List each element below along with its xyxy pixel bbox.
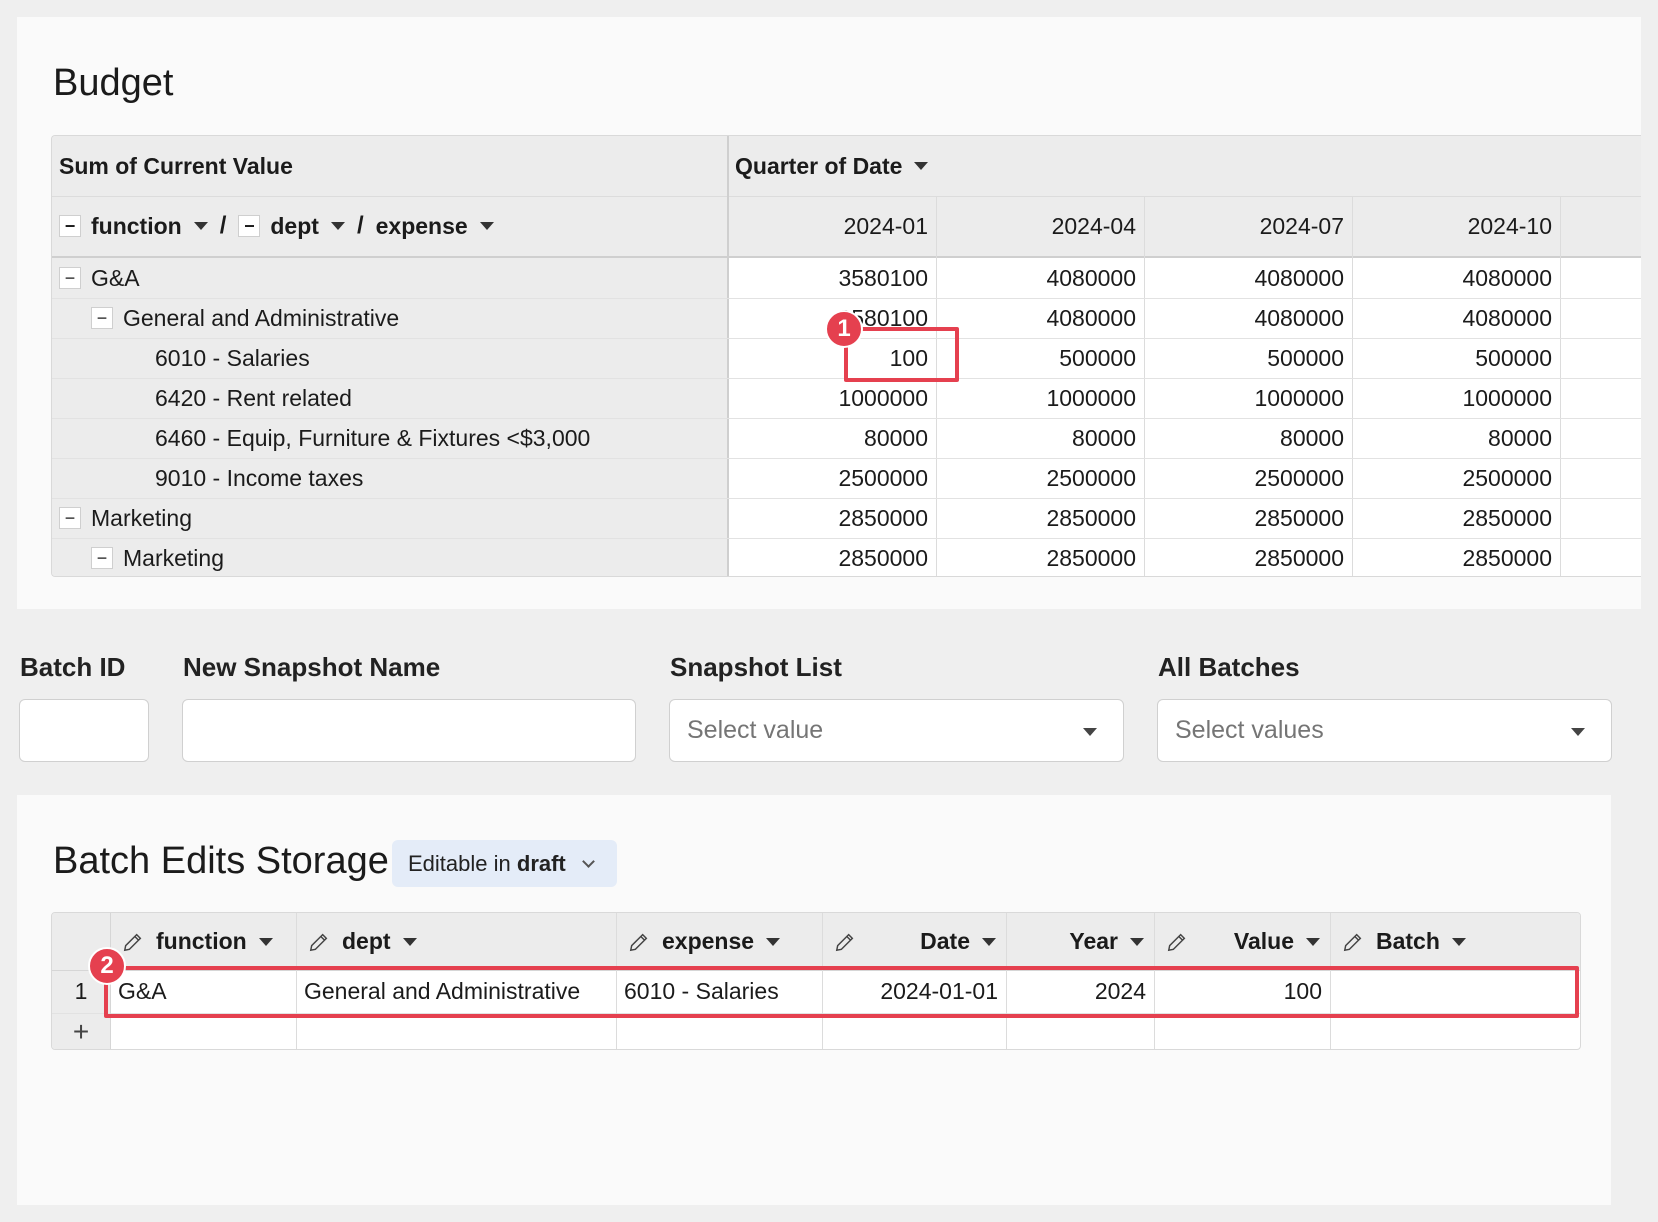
pivot-value-cell[interactable]: 4080000 — [936, 298, 1144, 338]
caret-down-icon[interactable] — [1571, 728, 1585, 736]
pivot-value-cell[interactable]: 500000 — [1352, 338, 1560, 378]
row-header-dept[interactable]: dept — [270, 213, 319, 240]
pivot-value-cell[interactable]: 2500000 — [1352, 458, 1560, 498]
pivot-value-cell[interactable]: 1000000 — [1144, 378, 1352, 418]
row-header-expense[interactable]: expense — [376, 213, 468, 240]
callout-badge-2: 2 — [88, 947, 126, 985]
pivot-value-cell[interactable]: 80000 — [1352, 418, 1560, 458]
pivot-value-cell[interactable]: 2850000 — [728, 498, 936, 538]
pencil-icon — [123, 933, 142, 951]
pivot-value-cell[interactable]: 4080000 — [1144, 298, 1352, 338]
column-header-expense[interactable]: expense — [628, 913, 781, 970]
callout-box-2 — [104, 966, 1579, 1018]
pivot-value-cell[interactable]: 4080000 — [1144, 258, 1352, 298]
editable-in-draft-dropdown[interactable]: Editable in draft — [392, 840, 617, 887]
batch-edits-title: Batch Edits Storage — [53, 840, 389, 882]
pivot-row-label: − Marketing — [59, 498, 192, 538]
caret-down-icon[interactable] — [982, 937, 996, 946]
column-header-batch[interactable]: Batch — [1342, 913, 1466, 970]
collapse-icon[interactable]: − — [59, 507, 81, 529]
pivot-value-cell[interactable]: 4080000 — [1352, 258, 1560, 298]
pivot-value-cell[interactable]: 80000 — [936, 418, 1144, 458]
quarter-header[interactable]: 2024-04 — [936, 196, 1144, 256]
pivot-value-cell[interactable]: 2850000 — [936, 538, 1144, 576]
pivot-value-cell[interactable]: 2850000 — [936, 498, 1144, 538]
column-header-value[interactable]: Value — [1166, 913, 1320, 970]
caret-down-icon[interactable] — [766, 937, 781, 946]
column-header-dept[interactable]: dept — [308, 913, 417, 970]
collapse-icon[interactable]: − — [91, 307, 113, 329]
pivot-row-label: − General and Administrative — [91, 298, 399, 338]
quarter-header[interactable]: 2024-10 — [1352, 196, 1560, 256]
pivot-value-cell[interactable]: 2850000 — [1144, 538, 1352, 576]
column-header-date[interactable]: Date — [834, 913, 996, 970]
pivot-value-cell[interactable]: 80000 — [728, 418, 936, 458]
pencil-icon — [629, 933, 648, 951]
pivot-value-cell[interactable]: 4080000 — [1352, 298, 1560, 338]
caret-down-icon[interactable] — [330, 222, 345, 230]
batch-id-label: Batch ID — [20, 652, 126, 682]
pivot-value-cell[interactable]: 2850000 — [728, 538, 936, 576]
pivot-value-cell[interactable]: 2850000 — [1144, 498, 1352, 538]
collapse-icon[interactable]: − — [59, 215, 81, 237]
pivot-value-cell[interactable]: 4080000 — [936, 258, 1144, 298]
caret-down-icon[interactable] — [1451, 937, 1466, 946]
quarter-header[interactable]: 2024-01 — [728, 196, 936, 256]
batch-id-input[interactable] — [19, 699, 149, 762]
pivot-value-cell[interactable]: 500000 — [1144, 338, 1352, 378]
caret-down-icon[interactable] — [258, 937, 273, 946]
pencil-icon — [1343, 933, 1362, 951]
snapshot-name-input[interactable] — [182, 699, 636, 762]
pivot-value-cell[interactable]: 3580100 — [728, 258, 936, 298]
caret-down-icon[interactable] — [193, 222, 208, 230]
quarter-header[interactable]: 2024-07 — [1144, 196, 1352, 256]
all-batches-select[interactable]: Select values — [1157, 699, 1612, 762]
pivot-row-label: 6460 - Equip, Furniture & Fixtures <$3,0… — [155, 424, 591, 451]
pencil-icon — [835, 933, 854, 951]
pencil-icon — [309, 933, 328, 951]
caret-down-icon[interactable] — [1306, 937, 1320, 946]
pivot-value-cell[interactable]: 2500000 — [728, 458, 936, 498]
caret-down-icon[interactable] — [1130, 937, 1144, 946]
add-row-icon[interactable]: + — [52, 1013, 110, 1049]
caret-down-icon[interactable] — [914, 162, 929, 170]
caret-down-icon[interactable] — [1083, 728, 1097, 736]
column-header-year[interactable]: Year — [1018, 913, 1144, 970]
pivot-row-label: − G&A — [59, 258, 140, 298]
pivot-value-cell[interactable]: 1000000 — [936, 378, 1144, 418]
pivot-value-cell[interactable]: 2500000 — [1144, 458, 1352, 498]
pivot-value-cell[interactable]: 1000000 — [728, 378, 936, 418]
pivot-value-cell[interactable]: 1000000 — [1352, 378, 1560, 418]
all-batches-label: All Batches — [1158, 652, 1300, 682]
snapshot-name-label: New Snapshot Name — [183, 652, 441, 682]
pivot-value-cell[interactable]: 2850000 — [1352, 538, 1560, 576]
callout-badge-1: 1 — [825, 310, 863, 348]
row-header-path: − function / − dept / expense — [59, 196, 494, 256]
pencil-icon — [1167, 933, 1186, 951]
pivot-value-cell[interactable]: 500000 — [936, 338, 1144, 378]
pivot-value-cell[interactable]: 2500000 — [936, 458, 1144, 498]
pivot-row-label: 6420 - Rent related — [155, 384, 352, 411]
collapse-icon[interactable]: − — [238, 215, 261, 237]
collapse-icon[interactable]: − — [59, 267, 81, 289]
pivot-corner-label: Sum of Current Value — [59, 152, 293, 179]
pivot-row-label: 6010 - Salaries — [155, 344, 310, 371]
column-group-header[interactable]: Quarter of Date — [735, 136, 929, 196]
caret-down-icon[interactable] — [479, 222, 494, 230]
snapshot-list-select[interactable]: Select value — [669, 699, 1124, 762]
column-header-function[interactable]: function — [122, 913, 273, 970]
chevron-down-icon[interactable] — [581, 855, 595, 868]
snapshot-list-label: Snapshot List — [670, 652, 842, 682]
caret-down-icon[interactable] — [402, 937, 417, 946]
pivot-value-cell[interactable]: 2850000 — [1352, 498, 1560, 538]
row-header-function[interactable]: function — [91, 213, 182, 240]
budget-title: Budget — [53, 62, 174, 104]
pivot-row-label: − Marketing — [91, 538, 224, 576]
pivot-row-label: 9010 - Income taxes — [155, 464, 364, 491]
collapse-icon[interactable]: − — [91, 547, 113, 569]
pivot-value-cell[interactable]: 80000 — [1144, 418, 1352, 458]
